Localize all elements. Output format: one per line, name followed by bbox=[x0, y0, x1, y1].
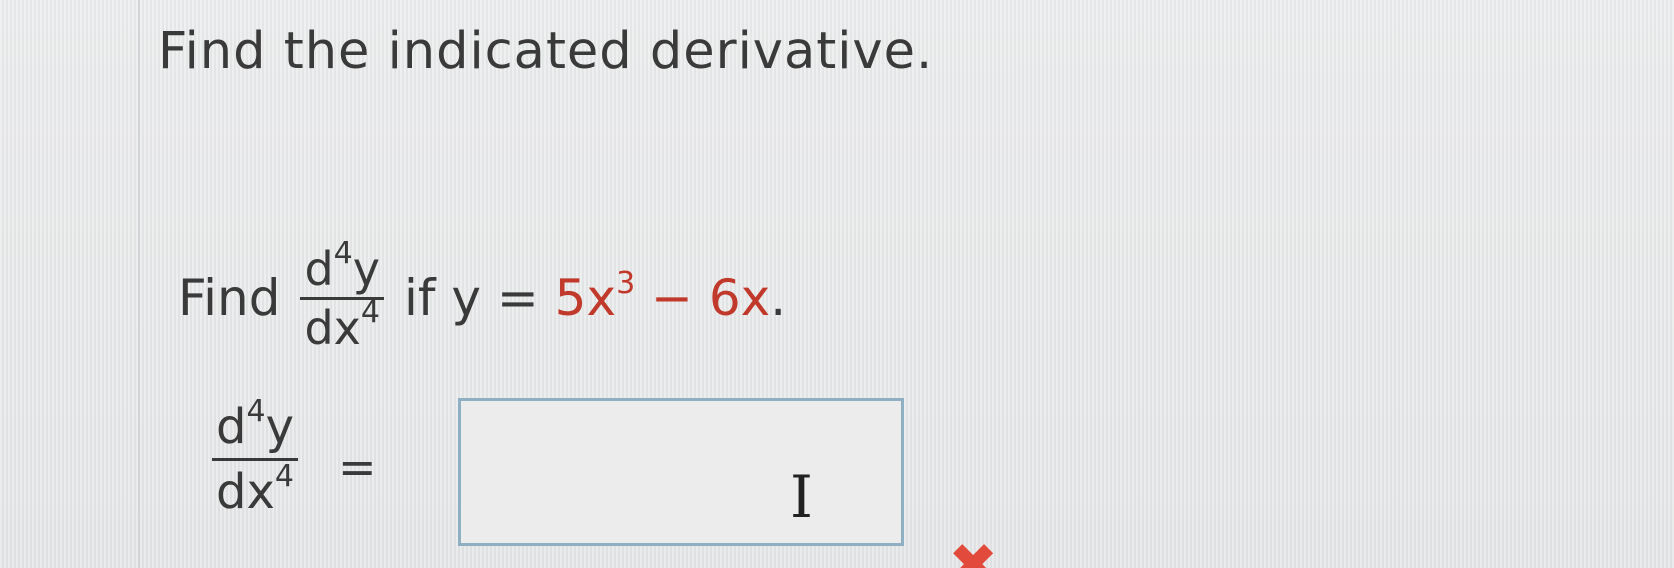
answer-row: d4y dx4 = bbox=[212, 396, 411, 568]
page: Find the indicated derivative. Find d4y … bbox=[0, 0, 1674, 568]
question-prefix: Find bbox=[178, 269, 281, 327]
fraction-denominator: dx4 bbox=[304, 294, 380, 355]
page-title: Find the indicated derivative. bbox=[158, 22, 934, 81]
text-cursor-icon: I bbox=[790, 463, 813, 531]
sentence-period: . bbox=[770, 269, 787, 327]
answer-lhs-fraction: d4y dx4 bbox=[212, 396, 298, 523]
answer-input[interactable] bbox=[458, 398, 904, 546]
incorrect-icon: ✖ bbox=[948, 531, 999, 568]
fraction-numerator: d4y bbox=[304, 235, 380, 296]
answer-lhs-numerator: d4y bbox=[216, 394, 294, 456]
question-text: Find d4y dx4 if y = 5x3 − 6x. bbox=[178, 228, 786, 368]
answer-lhs-denominator: dx4 bbox=[216, 459, 294, 521]
equals-sign: = bbox=[337, 440, 377, 494]
function-expression: 5x3 − 6x bbox=[554, 266, 771, 328]
panel-edge bbox=[138, 0, 140, 568]
condition-text: if y = bbox=[403, 269, 539, 327]
derivative-fraction: d4y dx4 bbox=[300, 235, 384, 356]
